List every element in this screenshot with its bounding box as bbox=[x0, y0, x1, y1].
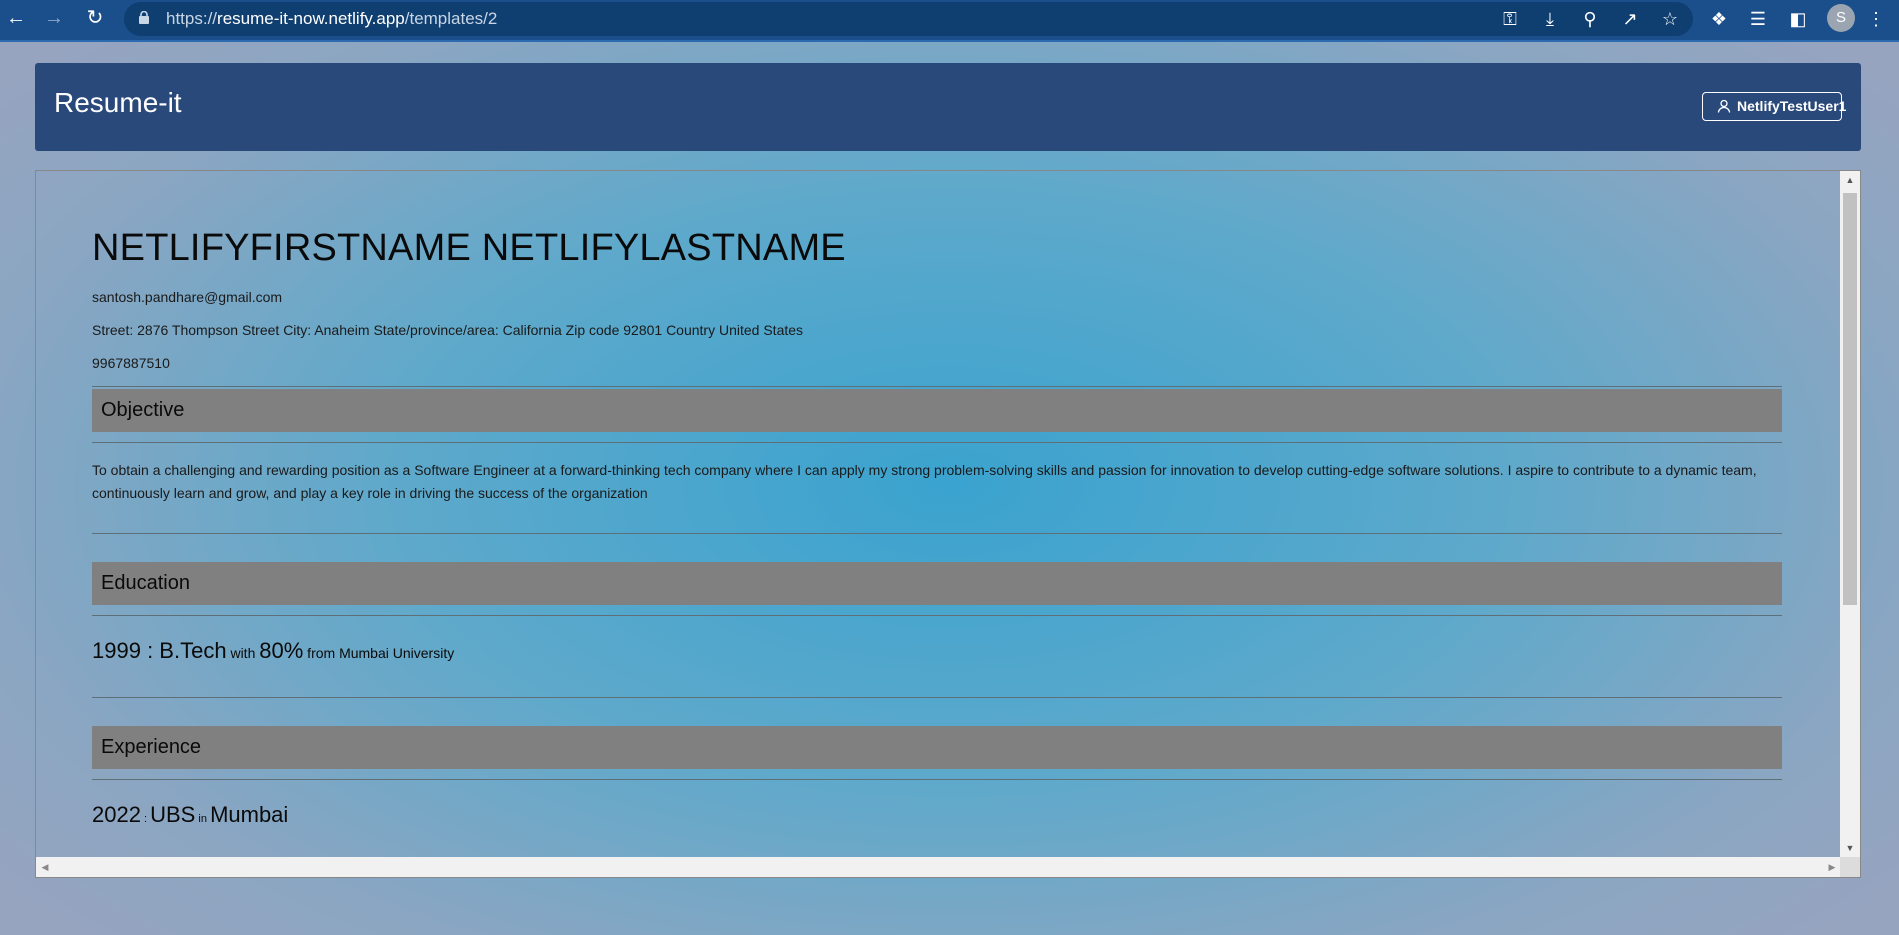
section-title-objective: Objective bbox=[101, 399, 185, 421]
section-header-objective: Objective bbox=[92, 389, 1782, 432]
education-score: 80% bbox=[259, 638, 304, 663]
zoom-icon[interactable]: ⚲ bbox=[1577, 6, 1603, 32]
education-institution: from Mumbai University bbox=[303, 645, 455, 661]
experience-entry: 2022 : UBS in Mumbai bbox=[92, 802, 288, 828]
bookmark-star-icon[interactable]: ☆ bbox=[1657, 6, 1683, 32]
education-with: with bbox=[226, 645, 260, 661]
education-entry: 1999 : B.Tech with 80% from Mumbai Unive… bbox=[92, 638, 454, 664]
scroll-left-icon[interactable]: ◀ bbox=[36, 857, 54, 877]
section-title-experience: Experience bbox=[101, 736, 202, 758]
experience-company: UBS bbox=[150, 802, 196, 827]
menu-kebab-icon[interactable]: ⋮ bbox=[1863, 6, 1889, 32]
resume-phone: 9967887510 bbox=[92, 355, 170, 371]
experience-location: Mumbai bbox=[210, 802, 289, 827]
scrollbar-corner bbox=[1840, 857, 1860, 877]
section-title-education: Education bbox=[101, 572, 190, 594]
experience-separator: : bbox=[140, 813, 151, 825]
side-panel-icon[interactable]: ◧ bbox=[1785, 6, 1811, 32]
section-header-education: Education bbox=[92, 562, 1782, 605]
url-text: https://resume-it-now.netlify.app/templa… bbox=[166, 9, 497, 29]
url-host: resume-it-now.netlify.app bbox=[217, 9, 405, 28]
objective-text: To obtain a challenging and rewarding po… bbox=[92, 462, 1757, 501]
user-label: NetlifyTestUser1 bbox=[1737, 98, 1847, 114]
horizontal-scrollbar[interactable]: ◀ ▶ bbox=[36, 857, 1841, 877]
divider bbox=[92, 386, 1782, 387]
resume-email: santosh.pandhare@gmail.com bbox=[92, 289, 283, 305]
divider bbox=[92, 442, 1782, 443]
reload-icon[interactable]: ↻ bbox=[82, 5, 108, 31]
key-icon[interactable]: ⚿ bbox=[1497, 6, 1523, 32]
education-degree: B.Tech bbox=[159, 638, 227, 663]
education-separator: : bbox=[140, 638, 160, 663]
user-account-button[interactable]: NetlifyTestUser1 bbox=[1702, 92, 1846, 121]
experience-in: in bbox=[195, 813, 211, 825]
share-icon[interactable]: ↗ bbox=[1617, 6, 1643, 32]
scroll-right-icon[interactable]: ▶ bbox=[1823, 857, 1841, 877]
extensions-icon[interactable]: ❖ bbox=[1706, 6, 1732, 32]
profile-avatar[interactable]: S bbox=[1827, 4, 1855, 32]
install-app-icon[interactable]: ⤓ bbox=[1537, 6, 1563, 32]
divider bbox=[92, 615, 1782, 616]
scroll-up-icon[interactable]: ▲ bbox=[1840, 171, 1860, 189]
resume-name: NETLIFYFIRSTNAME NETLIFYLASTNAME bbox=[92, 227, 846, 269]
app-title[interactable]: Resume-it bbox=[54, 87, 182, 119]
vertical-scroll-thumb[interactable] bbox=[1843, 193, 1857, 605]
back-icon[interactable]: ← bbox=[3, 5, 29, 31]
app-header: Resume-it NetlifyTestUser1 bbox=[35, 63, 1861, 151]
experience-year: 2022 bbox=[92, 802, 141, 827]
lock-icon bbox=[139, 11, 149, 24]
section-header-experience: Experience bbox=[92, 726, 1782, 769]
url-prefix: https:// bbox=[166, 9, 218, 28]
browser-toolbar: ← → ↻ https://resume-it-now.netlify.app/… bbox=[0, 0, 1899, 42]
divider bbox=[92, 779, 1782, 780]
scroll-down-icon[interactable]: ▼ bbox=[1840, 839, 1860, 857]
education-year: 1999 bbox=[92, 638, 141, 663]
divider bbox=[92, 697, 1782, 698]
user-icon bbox=[1717, 99, 1731, 113]
resume-address: Street: 2876 Thompson Street City: Anahe… bbox=[92, 322, 804, 338]
reading-list-icon[interactable]: ☰ bbox=[1745, 6, 1771, 32]
vertical-scrollbar[interactable]: ▲ ▼ bbox=[1840, 171, 1860, 857]
forward-icon[interactable]: → bbox=[41, 5, 67, 31]
resume-preview-frame: NETLIFYFIRSTNAME NETLIFYLASTNAME santosh… bbox=[35, 170, 1861, 878]
address-bar[interactable]: https://resume-it-now.netlify.app/templa… bbox=[124, 2, 1693, 36]
divider bbox=[92, 533, 1782, 534]
url-path: /templates/2 bbox=[404, 9, 498, 28]
